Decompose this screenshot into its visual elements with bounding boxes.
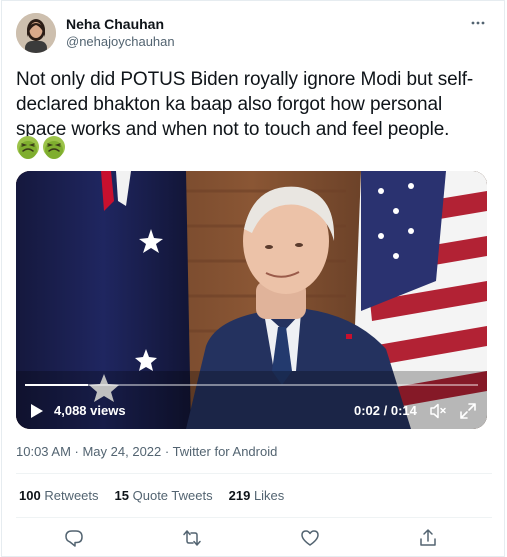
- retweets-count: 100: [19, 488, 41, 503]
- tweet-timestamp[interactable]: 10:03 AM · May 24, 2022 · Twitter for An…: [16, 444, 277, 459]
- tweet-text: Not only did POTUS Biden royally ignore …: [16, 69, 474, 140]
- engagement-stats: 100 Retweets 15 Quote Tweets 219 Likes: [19, 488, 284, 503]
- retweets-label: Retweets: [44, 488, 99, 503]
- author-handle[interactable]: @nehajoychauhan: [66, 34, 175, 49]
- mute-icon[interactable]: [429, 402, 447, 420]
- more-icon[interactable]: [470, 15, 486, 31]
- video-time: 0:02 / 0:14: [354, 403, 417, 418]
- video-progress-fill: [25, 384, 89, 386]
- likes-label: Likes: [253, 488, 285, 503]
- quote-tweets-stat[interactable]: 15 Quote Tweets: [115, 488, 213, 503]
- likes-count: 219: [228, 488, 251, 503]
- play-icon[interactable]: [30, 403, 44, 419]
- tweet-card: Neha Chauhan @nehajoychauhan Not only di…: [1, 0, 505, 557]
- divider: [16, 517, 492, 518]
- nauseated-face-icon: [42, 135, 66, 159]
- emoji-row: [16, 135, 66, 161]
- action-bar: [2, 528, 506, 550]
- quote-tweets-label: Quote Tweets: [132, 488, 213, 503]
- video-views: 4,088 views: [54, 403, 126, 418]
- quote-tweets-count: 15: [114, 488, 129, 503]
- nauseated-face-icon: [16, 135, 40, 159]
- reply-icon[interactable]: [64, 528, 84, 548]
- like-icon[interactable]: [300, 528, 320, 548]
- retweet-icon[interactable]: [182, 528, 202, 548]
- likes-stat[interactable]: 219 Likes: [229, 488, 285, 503]
- video-frame: [16, 171, 487, 429]
- retweets-stat[interactable]: 100 Retweets: [19, 488, 99, 503]
- share-icon[interactable]: [418, 528, 438, 548]
- video-player[interactable]: 4,088 views 0:02 / 0:14: [16, 171, 487, 429]
- avatar[interactable]: [16, 13, 56, 53]
- video-progress-bar[interactable]: [25, 384, 478, 386]
- divider: [16, 473, 492, 474]
- author-name[interactable]: Neha Chauhan: [66, 16, 164, 32]
- expand-icon[interactable]: [459, 402, 477, 420]
